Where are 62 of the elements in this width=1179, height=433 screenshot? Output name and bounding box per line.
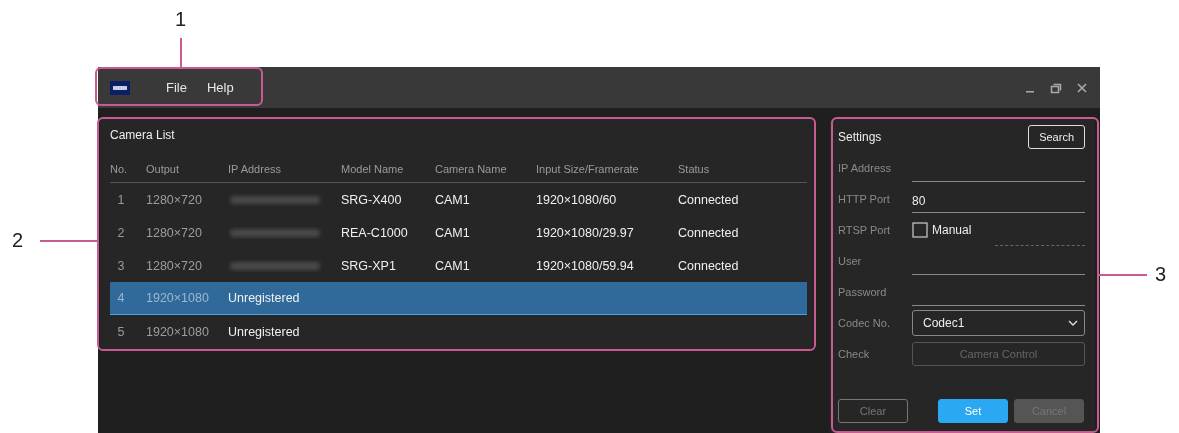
leader-line (40, 240, 97, 242)
column-header: IP Address (228, 163, 282, 175)
table-cell-text: SRG-XP1 (341, 258, 397, 273)
table-cell-text: 1920×1080 (146, 291, 210, 305)
table-cell-text: 2 (116, 225, 126, 240)
table-cell-text: REA-C1000 (341, 225, 409, 240)
table-cell-text: 4 (116, 291, 126, 305)
column-header: Status (678, 163, 711, 175)
table-cell-text: Connected (678, 192, 740, 207)
table-cell-text: 1280×720 (146, 258, 203, 273)
app-logo-icon (110, 80, 130, 95)
field-label: User (838, 254, 863, 267)
leader-line (1099, 274, 1147, 276)
search-button[interactable]: Search (1028, 125, 1085, 149)
restore-icon[interactable] (1050, 81, 1062, 94)
table-cell-text: 1 (116, 192, 126, 207)
field-label: IP Address (838, 161, 892, 174)
table-cell-text: CAM1 (435, 225, 471, 240)
table-row[interactable]: 5 1920×1080 Unregistered (110, 315, 807, 348)
checkbox-label[interactable]: Manual (932, 222, 972, 237)
table-cell-text: 1920×1080/60 (536, 192, 618, 207)
table-cell-text: 5 (116, 324, 126, 339)
codec-dropdown[interactable]: Codec1 (912, 309, 1085, 336)
table-cell-text: 3 (116, 258, 126, 273)
table-row[interactable]: 1 1280×720 SRG-X400 CAM1 1920×1080/60 Connected (110, 183, 807, 216)
table-row[interactable]: 4 1920×1080 Unregistered (110, 282, 807, 315)
table-cell-text: Unregistered (228, 291, 301, 305)
field-label: HTTP Port (838, 192, 891, 205)
table-cell-text: CAM1 (435, 258, 471, 273)
table-cell-text: Connected (678, 225, 740, 240)
field-label: Check (838, 347, 871, 360)
table-cell-text: SRG-X400 (341, 192, 403, 207)
close-icon[interactable] (1076, 81, 1088, 94)
field-label: Password (838, 285, 888, 298)
callout-number: 1 (175, 8, 187, 31)
input-field[interactable]: 80 (912, 190, 1085, 213)
table-cell-text: Connected (678, 258, 740, 273)
callout-number: 3 (1155, 263, 1167, 286)
table-cell-text: 1280×720 (146, 192, 203, 207)
field-label: RTSP Port (838, 223, 892, 236)
column-header: Output (146, 163, 181, 175)
table-cell-text: 1920×1080/59.94 (536, 258, 635, 273)
menu-item[interactable]: File (166, 80, 187, 95)
checkbox[interactable] (912, 221, 928, 238)
column-header: Camera Name (435, 163, 508, 175)
column-header: Input Size/Framerate (536, 163, 640, 175)
chevron-down-icon (1068, 319, 1078, 326)
table-cell-text: Unregistered (228, 324, 301, 339)
leader-line (180, 38, 182, 67)
panel-title: Camera List (109, 127, 176, 144)
table-cell-text: 1920×1080 (146, 324, 210, 339)
table-cell-text: 1920×1080/29.97 (536, 225, 635, 240)
menu-item[interactable]: Help (206, 80, 234, 95)
table-cell-text: 1280×720 (146, 225, 203, 240)
table-cell-text: CAM1 (435, 192, 471, 207)
callout-number: 2 (12, 229, 24, 252)
panel-title: Settings (838, 130, 882, 144)
table-row[interactable]: 2 1280×720 REA-C1000 CAM1 1920×1080/29.97 Connected (110, 216, 807, 249)
column-header: Model Name (341, 163, 405, 175)
field-label: Codec No. (838, 316, 891, 329)
table-row[interactable]: 3 1280×720 SRG-XP1 CAM1 1920×1080/59.94 Connected (110, 249, 807, 282)
column-header: No. (110, 163, 129, 175)
